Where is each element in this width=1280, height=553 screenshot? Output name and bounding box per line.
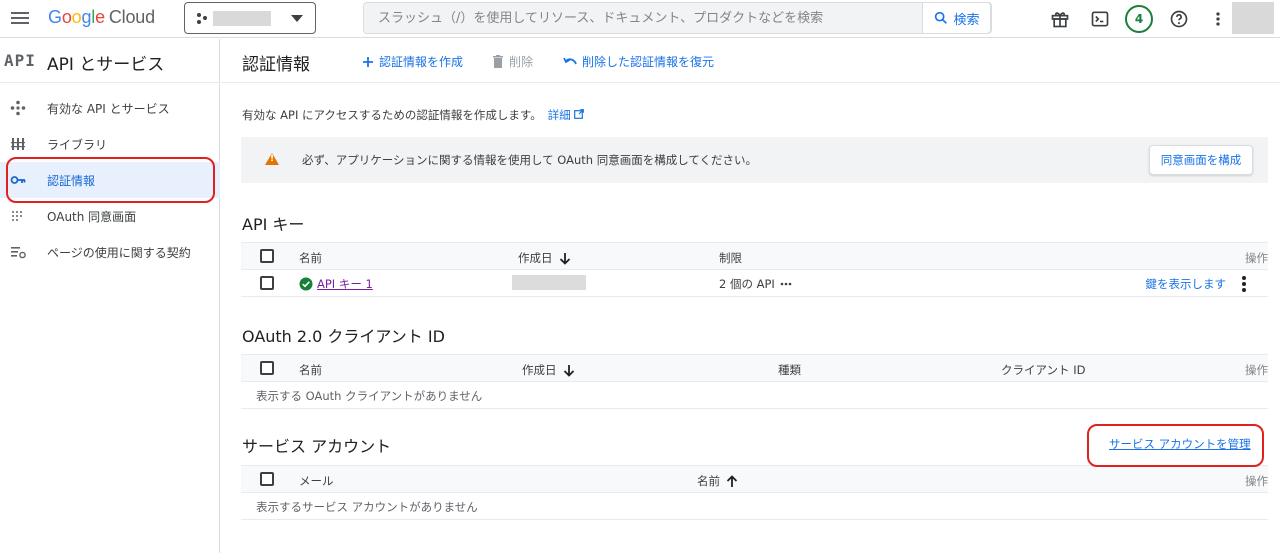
- select-all-checkbox[interactable]: [260, 361, 274, 375]
- search-bar: 検索: [363, 2, 992, 34]
- oauth-clients-table: 名前 作成日 種類 クライアント ID 操作 表示する OAuth クライアント…: [241, 354, 1268, 410]
- top-bar: GoogleCloud 検索 4: [0, 0, 1280, 38]
- sidebar-item-credentials[interactable]: 認証情報: [0, 162, 220, 198]
- project-picker[interactable]: [184, 2, 316, 34]
- intro-text: 有効な API にアクセスするための認証情報を作成します。 詳細: [242, 107, 585, 123]
- sidebar-title: API とサービス: [47, 55, 165, 75]
- gift-icon[interactable]: [1048, 7, 1072, 31]
- external-link-icon: [574, 109, 585, 119]
- column-created[interactable]: 作成日: [522, 362, 575, 378]
- oauth-warning-banner: 必ず、アプリケーションに関する情報を使用して OAuth 同意画面を構成してくだ…: [241, 137, 1268, 183]
- warning-text: 必ず、アプリケーションに関する情報を使用して OAuth 同意画面を構成してくだ…: [302, 153, 758, 167]
- row-checkbox[interactable]: [260, 276, 274, 290]
- table-empty-row: 表示する OAuth クライアントがありません: [241, 382, 1268, 409]
- arrow-up-icon: [726, 474, 738, 487]
- service-accounts-title: サービス アカウント: [242, 437, 392, 456]
- select-all-checkbox[interactable]: [260, 249, 274, 263]
- api-key-name: API キー 1: [299, 276, 373, 292]
- sidebar-item-label: OAuth 同意画面: [47, 209, 137, 224]
- api-keys-table: 名前 作成日 制限 操作 API キー 1 2 個の API 鍵を表示します: [241, 242, 1268, 298]
- api-logo-icon: API: [4, 51, 36, 70]
- apis-icon: [10, 100, 26, 116]
- show-key-link[interactable]: 鍵を表示します: [1146, 276, 1227, 292]
- column-actions: 操作: [1245, 251, 1268, 265]
- sidebar-item-enabled-apis[interactable]: 有効な API とサービス: [0, 90, 220, 126]
- table-header: 名前 作成日 種類 クライアント ID 操作: [241, 354, 1268, 382]
- sidebar-item-label: 認証情報: [47, 173, 96, 188]
- created-date-redacted: [512, 275, 586, 290]
- api-keys-title: API キー: [242, 215, 305, 234]
- search-input[interactable]: [364, 3, 924, 33]
- more-horiz-icon[interactable]: [779, 281, 793, 287]
- more-vert-icon[interactable]: [1206, 7, 1230, 31]
- sidebar-item-page-usage-agreements[interactable]: ページの使用に関する契約: [0, 234, 220, 270]
- column-restriction: 制限: [719, 251, 742, 265]
- delete-label: 削除: [509, 55, 534, 69]
- main-content: 認証情報 認証情報を作成 削除 削除した認証情報を復元 有効な API にアクセ…: [221, 39, 1280, 553]
- column-type: 種類: [778, 363, 801, 377]
- empty-message: 表示する OAuth クライアントがありません: [256, 389, 483, 403]
- key-icon: [10, 172, 26, 188]
- help-icon[interactable]: [1167, 7, 1191, 31]
- sidebar-item-library[interactable]: ライブラリ: [0, 126, 220, 162]
- oauth-clients-title: OAuth 2.0 クライアント ID: [242, 327, 445, 346]
- sidebar: API API とサービス 有効な API とサービス ライブラリ 認証情報 O…: [0, 39, 220, 553]
- select-all-checkbox[interactable]: [260, 472, 274, 486]
- search-button[interactable]: 検索: [922, 2, 991, 34]
- restore-credentials-button[interactable]: 削除した認証情報を復元: [563, 53, 714, 70]
- undo-icon: [563, 57, 577, 64]
- column-created[interactable]: 作成日: [518, 250, 571, 266]
- table-header: 名前 作成日 制限 操作: [241, 242, 1268, 270]
- column-actions: 操作: [1245, 474, 1268, 488]
- manage-service-accounts-link[interactable]: サービス アカウントを管理: [1109, 436, 1251, 452]
- table-empty-row: 表示するサービス アカウントがありません: [241, 493, 1268, 520]
- page-toolbar: 認証情報 認証情報を作成 削除 削除した認証情報を復元: [221, 39, 1280, 83]
- create-credentials-label: 認証情報を作成: [379, 55, 464, 69]
- arrow-down-icon: [563, 364, 574, 377]
- project-name-redacted: [213, 11, 271, 26]
- column-client-id: クライアント ID: [1001, 363, 1086, 377]
- table-header: メール 名前 操作: [241, 465, 1268, 493]
- restore-credentials-label: 削除した認証情報を復元: [582, 55, 715, 69]
- notifications-badge[interactable]: 4: [1125, 5, 1153, 33]
- column-actions: 操作: [1245, 363, 1268, 377]
- learn-more-link[interactable]: 詳細: [548, 108, 585, 122]
- plus-icon: [363, 56, 373, 67]
- table-row: API キー 1 2 個の API 鍵を表示します: [241, 270, 1268, 297]
- avatar[interactable]: [1232, 2, 1274, 34]
- delete-button[interactable]: 削除: [492, 53, 533, 70]
- search-button-label: 検索: [953, 11, 980, 27]
- api-key-link[interactable]: API キー 1: [317, 276, 373, 292]
- column-name[interactable]: 名前: [299, 362, 322, 378]
- main-menu-icon[interactable]: [10, 9, 30, 29]
- oauth-icon: [10, 208, 26, 224]
- check-circle-icon: [299, 277, 313, 291]
- sidebar-item-label: ページの使用に関する契約: [47, 245, 191, 260]
- empty-message: 表示するサービス アカウントがありません: [256, 500, 478, 514]
- trash-icon: [493, 55, 503, 68]
- google-cloud-logo[interactable]: Google Cloud: [48, 7, 155, 28]
- project-icon: [197, 13, 209, 25]
- column-email[interactable]: メール: [299, 473, 334, 489]
- service-accounts-table: メール 名前 操作 表示するサービス アカウントがありません: [241, 465, 1268, 521]
- sidebar-item-oauth-consent[interactable]: OAuth 同意画面: [0, 198, 220, 234]
- column-name[interactable]: 名前: [697, 473, 738, 489]
- warning-icon: [265, 153, 279, 165]
- search-icon: [935, 11, 948, 24]
- configure-consent-button[interactable]: 同意画面を構成: [1149, 145, 1253, 175]
- cloud-shell-icon[interactable]: [1088, 7, 1112, 31]
- library-icon: [10, 136, 26, 152]
- create-credentials-button[interactable]: 認証情報を作成: [362, 53, 463, 70]
- arrow-down-icon: [559, 252, 570, 265]
- chevron-down-icon: [291, 15, 303, 22]
- intro-text-label: 有効な API にアクセスするための認証情報を作成します。: [242, 108, 542, 122]
- restriction-value: 2 個の API: [719, 276, 793, 292]
- agreements-icon: [10, 244, 26, 260]
- sidebar-item-label: ライブラリ: [47, 137, 108, 152]
- page-title: 認証情報: [242, 55, 310, 75]
- row-actions-kebab-icon[interactable]: [1239, 275, 1249, 293]
- sidebar-header: API API とサービス: [0, 39, 220, 83]
- column-name[interactable]: 名前: [299, 250, 322, 266]
- sidebar-item-label: 有効な API とサービス: [47, 101, 170, 116]
